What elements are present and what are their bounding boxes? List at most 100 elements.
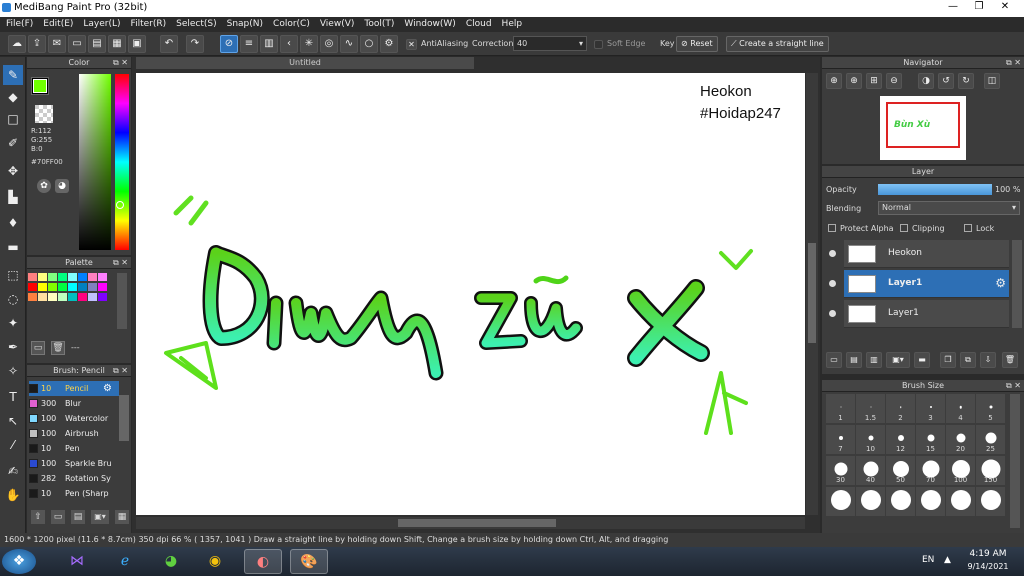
magic-wand-icon[interactable]: ✦ [3, 313, 23, 333]
minimize-button[interactable]: — [940, 0, 966, 15]
copy-brush-icon[interactable]: ▤ [71, 510, 85, 524]
tray-arrow-icon[interactable]: ▲ [944, 555, 951, 565]
brush-size-cell[interactable]: 10 [856, 425, 885, 454]
merge-layer-icon[interactable]: ⧉ [960, 352, 976, 368]
eraser-tool-icon[interactable]: ◆ [3, 87, 23, 107]
add-brush-icon[interactable]: ⇧ [31, 510, 45, 524]
operation-tool-icon[interactable]: ↖ [3, 411, 23, 431]
new-palette-icon[interactable]: ▭ [31, 341, 45, 355]
layer-menu-icon[interactable]: ▣▾ [886, 352, 910, 368]
canvas-tab[interactable]: Untitled [136, 57, 474, 69]
zoom-fit-in-icon[interactable]: ⊕ [846, 73, 862, 89]
menu-window[interactable]: Window(W) [404, 17, 455, 32]
menu-select[interactable]: Select(S) [176, 17, 217, 32]
brush-size-cell[interactable]: 20 [946, 425, 975, 454]
close-icon[interactable]: ⧉ ✕ [113, 365, 128, 377]
blending-select[interactable]: Normal ▾ [878, 201, 1020, 215]
brush-item-blur[interactable]: 300 Blur [29, 396, 119, 411]
snap-circle-icon[interactable]: ○ [360, 35, 378, 53]
menu-tool[interactable]: Tool(T) [364, 17, 394, 32]
snap-vanish-icon[interactable]: ‹ [280, 35, 298, 53]
eye-icon[interactable] [829, 280, 836, 287]
palette-scrollbar[interactable] [117, 273, 127, 329]
opacity-slider[interactable] [878, 184, 992, 195]
menu-color[interactable]: Color(C) [273, 17, 310, 32]
menu-help[interactable]: Help [502, 17, 523, 32]
vertical-scrollbar[interactable] [806, 73, 818, 515]
close-icon[interactable]: ⧉ ✕ [1006, 57, 1021, 69]
horizontal-scrollbar[interactable] [136, 517, 805, 529]
internet-explorer-icon[interactable]: ℯ [106, 549, 144, 574]
lasso-tool-icon[interactable]: ◌ [3, 289, 23, 309]
share-icon[interactable]: ⇪ [28, 35, 46, 53]
brush-size-cell[interactable]: 1 [826, 394, 855, 423]
brush-size-cell[interactable]: 3 [916, 394, 945, 423]
clipping-checkbox[interactable] [900, 224, 908, 232]
paint-taskbar-icon[interactable]: 🎨 [290, 549, 328, 574]
brush-size-cell[interactable] [856, 487, 885, 516]
brush-size-cell[interactable] [916, 487, 945, 516]
lock-checkbox[interactable] [964, 224, 972, 232]
gear-icon[interactable]: ⚙ [103, 383, 112, 394]
new-file-icon[interactable]: ▭ [68, 35, 86, 53]
duplicate-layer-icon[interactable]: ❐ [940, 352, 956, 368]
trash-icon[interactable]: 🗑 [1002, 352, 1018, 368]
brush-size-cell[interactable] [976, 487, 1005, 516]
redo-icon[interactable]: ↷ [186, 35, 204, 53]
cloud-icon[interactable]: ☁ [8, 35, 26, 53]
hand-tool-icon[interactable]: ✋ [3, 485, 23, 505]
brush-size-cell[interactable]: 7 [826, 425, 855, 454]
snap-curve-icon[interactable]: ∿ [340, 35, 358, 53]
move-tool-icon[interactable]: ✥ [3, 161, 23, 181]
brush-size-cell[interactable]: 15 [916, 425, 945, 454]
brush-item-sparkle[interactable]: 100 Sparkle Bru [29, 456, 119, 471]
select-tool-icon[interactable]: ⬚ [3, 265, 23, 285]
hue-marker[interactable] [116, 201, 124, 209]
zoom-in-icon[interactable]: ⊕ [826, 73, 842, 89]
brush-size-scrollbar[interactable] [1010, 394, 1020, 528]
brush-size-cell[interactable]: 5 [976, 394, 1005, 423]
brush-item-watercolor[interactable]: 100 Watercolor [29, 411, 119, 426]
snap-radial-icon[interactable]: ✳ [300, 35, 318, 53]
brush-item-rotation[interactable]: 282 Rotation Sy [29, 471, 119, 486]
brush-size-cell[interactable]: 30 [826, 456, 855, 485]
brush-item-pen[interactable]: 10 Pen [29, 441, 119, 456]
reset-button[interactable]: ⊘ Reset [676, 36, 718, 52]
fill-brush-icon[interactable]: ✐ [3, 133, 23, 153]
layer-scrollbar[interactable] [1012, 240, 1022, 328]
close-button[interactable]: ✕ [992, 0, 1018, 15]
export-icon[interactable]: ▣ [128, 35, 146, 53]
clock-date[interactable]: 9/14/2021 [962, 562, 1014, 571]
select-pen-icon[interactable]: ✒ [3, 337, 23, 357]
maximize-button[interactable]: ❐ [966, 0, 992, 15]
text-tool-icon[interactable]: T [3, 387, 23, 407]
undo-icon[interactable]: ↶ [160, 35, 178, 53]
clock-time[interactable]: 4:19 AM [968, 549, 1008, 559]
rotate-icon[interactable]: ◑ [918, 73, 934, 89]
layer-item-layer1[interactable]: Layer1 [844, 300, 1009, 328]
language-indicator[interactable]: EN [922, 555, 934, 565]
brush-size-cell[interactable]: 12 [886, 425, 915, 454]
snap-concentric-icon[interactable]: ◎ [320, 35, 338, 53]
gear-icon[interactable]: ⚙ [995, 276, 1006, 290]
snap-parallel-icon[interactable]: ≡ [240, 35, 258, 53]
close-icon[interactable]: ⧉ ✕ [113, 257, 128, 269]
brush-settings-icon[interactable]: ▦ [115, 510, 129, 524]
brush-tool-icon[interactable]: ✎ [3, 65, 23, 85]
menu-view[interactable]: View(V) [320, 17, 355, 32]
folder-icon[interactable]: ▬ [914, 352, 930, 368]
brush-size-cell[interactable]: 100 [946, 456, 975, 485]
palette-swatches[interactable] [27, 272, 115, 308]
zoom-out-icon[interactable]: ⊖ [886, 73, 902, 89]
rotate-right-icon[interactable]: ↻ [958, 73, 974, 89]
visual-studio-icon[interactable]: ⋈ [58, 549, 96, 574]
close-icon[interactable]: ⧉ ✕ [113, 57, 128, 69]
start-button[interactable]: ❖ [2, 549, 36, 574]
foreground-color-swatch[interactable] [33, 79, 47, 93]
color-wheel-icon[interactable]: ◕ [55, 179, 69, 193]
brush-menu-icon[interactable]: ▣▾ [91, 510, 109, 524]
snap-settings-icon[interactable]: ⚙ [380, 35, 398, 53]
new-halftone-layer-icon[interactable]: ▤ [846, 352, 862, 368]
layer-down-icon[interactable]: ⇩ [980, 352, 996, 368]
new-layer-icon[interactable]: ▭ [826, 352, 842, 368]
